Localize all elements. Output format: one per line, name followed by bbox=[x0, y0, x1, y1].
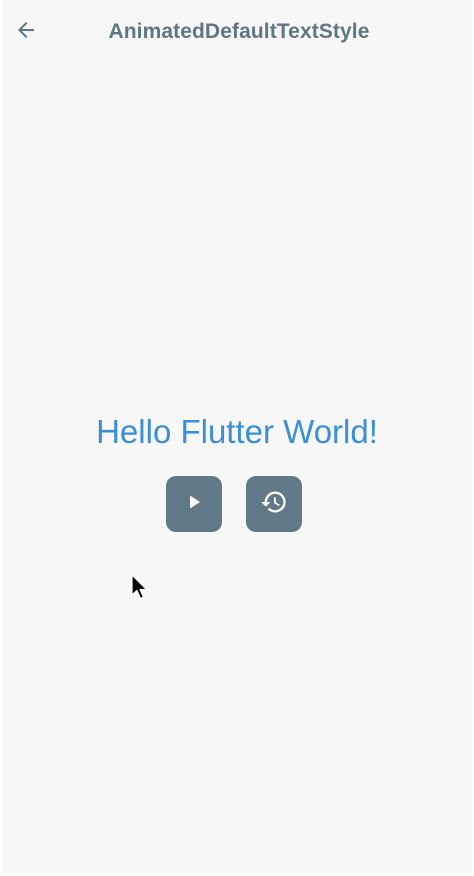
page-title: AnimatedDefaultTextStyle bbox=[108, 20, 370, 43]
app-bar: AnimatedDefaultTextStyle bbox=[2, 0, 472, 64]
animated-text: Hello Flutter World! bbox=[96, 413, 378, 450]
reset-button[interactable] bbox=[246, 476, 302, 532]
play-icon bbox=[182, 490, 206, 519]
restore-history-icon bbox=[260, 488, 288, 521]
screen: AnimatedDefaultTextStyle Hello Flutter W… bbox=[2, 0, 472, 874]
mouse-cursor-icon bbox=[131, 574, 151, 602]
play-button[interactable] bbox=[166, 476, 222, 532]
